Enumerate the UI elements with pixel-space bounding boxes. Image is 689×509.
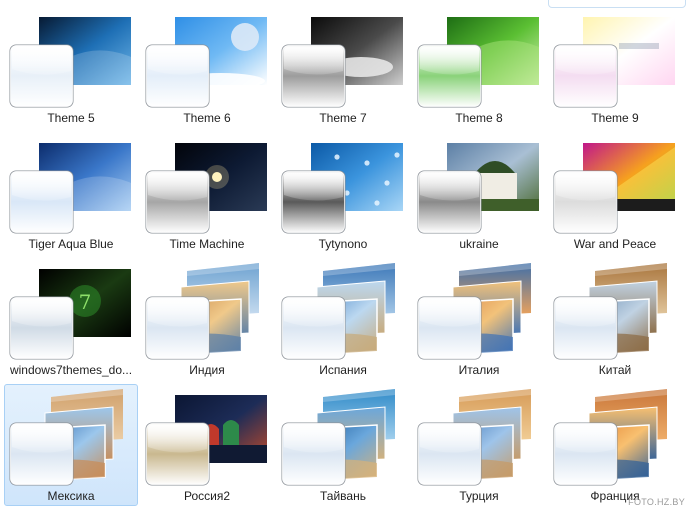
theme-label: Theme 7 [319, 111, 367, 125]
theme-tile[interactable]: Франция [548, 384, 682, 506]
theme-label: Time Machine [169, 237, 245, 251]
theme-tile[interactable]: Италия [412, 258, 546, 380]
theme-label: Китай [598, 363, 632, 377]
theme-grid: Theme 5 Theme 6 Theme 7 Theme 8 Theme 9 Tiger… [0, 0, 689, 509]
theme-label: Турция [459, 489, 499, 503]
theme-label: ukraine [459, 237, 499, 251]
theme-tile[interactable]: Мексика [4, 384, 138, 506]
theme-label: Tiger Aqua Blue [28, 237, 114, 251]
theme-tile[interactable]: 7 windows7themes_do... [4, 258, 138, 380]
theme-tile[interactable]: Theme 6 [140, 6, 274, 128]
watermark: FOTO.HZ.BY [628, 497, 685, 507]
theme-label: Tytynono [318, 237, 368, 251]
theme-tile[interactable]: Тайвань [276, 384, 410, 506]
theme-label: Theme 9 [591, 111, 639, 125]
theme-label: Theme 6 [183, 111, 231, 125]
theme-tile[interactable]: Испания [276, 258, 410, 380]
theme-tile[interactable]: Tiger Aqua Blue [4, 132, 138, 254]
theme-label: Индия [189, 363, 225, 377]
theme-label: Мексика [47, 489, 95, 503]
theme-label: War and Peace [573, 237, 657, 251]
theme-label: windows7themes_do... [9, 363, 133, 377]
theme-tile[interactable]: Индия [140, 258, 274, 380]
theme-tile[interactable]: Theme 9 [548, 6, 682, 128]
theme-tile[interactable]: Theme 7 [276, 6, 410, 128]
theme-tile[interactable]: Theme 8 [412, 6, 546, 128]
theme-tile[interactable]: Китай [548, 258, 682, 380]
theme-label: Испания [319, 363, 367, 377]
theme-label: Theme 5 [47, 111, 95, 125]
theme-tile[interactable]: Россия2 [140, 384, 274, 506]
theme-tile[interactable]: Time Machine [140, 132, 274, 254]
theme-label: Россия2 [183, 489, 231, 503]
theme-label: Тайвань [320, 489, 366, 503]
theme-tile[interactable]: Theme 5 [4, 6, 138, 128]
theme-tile[interactable]: War and Peace [548, 132, 682, 254]
svg-text:7: 7 [79, 290, 92, 314]
theme-tile[interactable]: ukraine [412, 132, 546, 254]
theme-label: Theme 8 [455, 111, 503, 125]
theme-label: Италия [458, 363, 500, 377]
theme-tile[interactable]: Tytynono [276, 132, 410, 254]
theme-tile[interactable]: Турция [412, 384, 546, 506]
